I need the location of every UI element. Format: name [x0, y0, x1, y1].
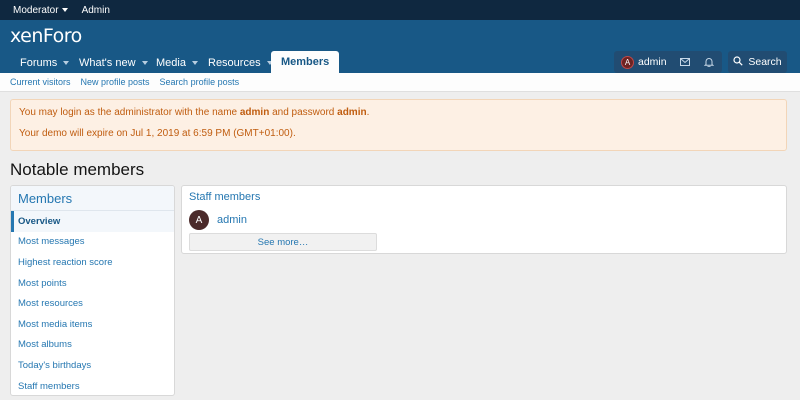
- chevron-down-icon[interactable]: [191, 60, 198, 65]
- notice-line-expiry: Your demo will expire on Jul 1, 2019 at …: [19, 128, 296, 139]
- staff-members-heading[interactable]: Staff members: [189, 191, 260, 203]
- sidebar-item-highest-reaction-score[interactable]: Highest reaction score: [11, 252, 174, 273]
- sidebar-item-most-albums[interactable]: Most albums: [11, 335, 174, 356]
- notice-text: and password: [269, 107, 338, 118]
- notice-line-login: You may login as the administrator with …: [19, 106, 778, 119]
- notice-password: admin: [337, 107, 367, 118]
- site-header: xenForo: [0, 20, 800, 50]
- sidebar-item-most-points[interactable]: Most points: [11, 273, 174, 294]
- tab-resources[interactable]: Resources: [200, 52, 281, 73]
- list-item: A admin: [189, 210, 247, 230]
- main-nav: Forums What's new Media Resources Member…: [0, 50, 800, 73]
- notice-text: You may login as the administrator with …: [19, 107, 240, 118]
- sidebar-item-most-media-items[interactable]: Most media items: [11, 314, 174, 335]
- sidebar-title: Members: [11, 186, 174, 211]
- search-icon: [733, 55, 744, 69]
- page-title: Notable members: [10, 160, 145, 179]
- search-label: Search: [748, 56, 782, 68]
- sidebar-item-overview[interactable]: Overview: [11, 211, 174, 232]
- member-name-link[interactable]: admin: [217, 214, 247, 226]
- logo-text-part1: xen: [10, 25, 43, 47]
- logo-text-part2: Foro: [42, 25, 82, 47]
- tab-media[interactable]: Media: [148, 52, 206, 73]
- tab-label: Forums: [20, 56, 58, 69]
- envelope-icon[interactable]: [676, 53, 694, 71]
- subnav-search-profile-posts[interactable]: Search profile posts: [160, 77, 240, 87]
- moderator-menu[interactable]: Moderator: [13, 5, 68, 16]
- chevron-down-icon[interactable]: [63, 60, 70, 65]
- members-sidebar: Members Overview Most messages Highest r…: [10, 185, 175, 396]
- tab-label: Resources: [208, 56, 261, 69]
- notice-text: .: [366, 107, 370, 118]
- demo-notice: You may login as the administrator with …: [10, 99, 787, 151]
- staff-members-block: Staff members A admin See more…: [181, 185, 787, 254]
- tab-label: Media: [156, 56, 186, 69]
- admin-label: Admin: [81, 4, 110, 16]
- tab-members[interactable]: Members: [271, 51, 340, 73]
- tab-whats-new[interactable]: What's new: [71, 52, 156, 73]
- chevron-down-icon: [61, 8, 68, 12]
- sub-nav: Current visitors New profile posts Searc…: [0, 73, 800, 92]
- moderator-label: Moderator: [13, 4, 59, 16]
- avatar[interactable]: A: [189, 210, 209, 230]
- bell-icon[interactable]: [700, 53, 718, 71]
- top-bar: Moderator Admin: [0, 0, 800, 20]
- chevron-down-icon[interactable]: [141, 60, 148, 65]
- subnav-new-profile-posts[interactable]: New profile posts: [81, 77, 150, 87]
- user-name-link[interactable]: admin: [638, 56, 667, 68]
- sidebar-item-todays-birthdays[interactable]: Today's birthdays: [11, 355, 174, 376]
- site-logo[interactable]: xenForo: [10, 25, 82, 47]
- sidebar-item-most-resources[interactable]: Most resources: [11, 293, 174, 314]
- avatar[interactable]: A: [621, 55, 634, 69]
- tab-label: What's new: [79, 56, 136, 69]
- sidebar-item-staff-members[interactable]: Staff members: [11, 376, 174, 395]
- subnav-current-visitors[interactable]: Current visitors: [10, 77, 71, 87]
- sidebar-item-most-messages[interactable]: Most messages: [11, 232, 174, 253]
- search-button[interactable]: Search: [728, 51, 787, 73]
- tab-forums[interactable]: Forums: [12, 52, 77, 73]
- notice-username: admin: [239, 107, 270, 118]
- tab-label: Members: [281, 56, 330, 68]
- see-more-button[interactable]: See more…: [189, 233, 377, 251]
- user-bar: A admin: [614, 51, 722, 73]
- admin-link[interactable]: Admin: [82, 5, 110, 16]
